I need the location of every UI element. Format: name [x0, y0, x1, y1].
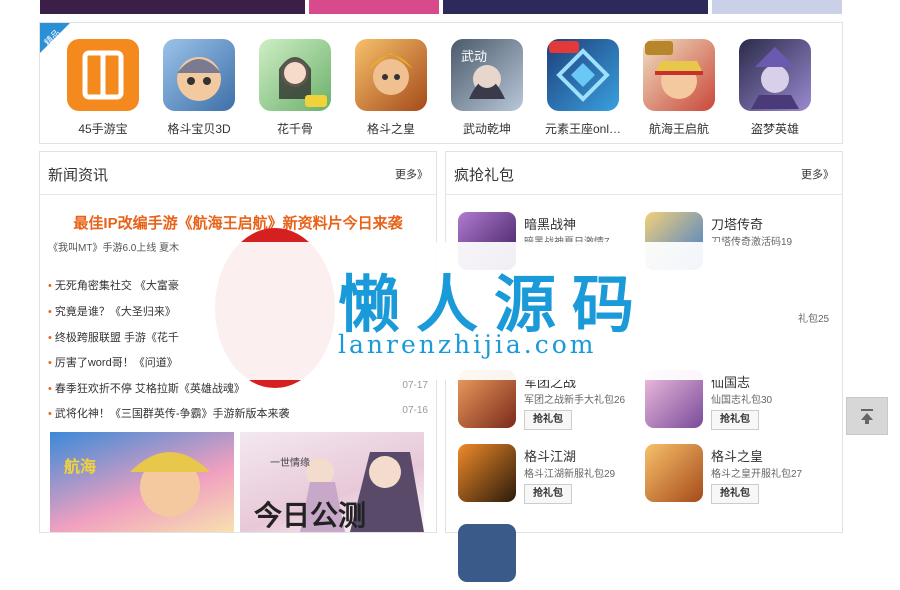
game-name[interactable]: 格斗宝贝3D — [151, 120, 247, 137]
game-item[interactable]: 格斗之皇 — [343, 39, 439, 137]
news-item-text[interactable]: 究竟是谁？《大圣归来》 — [55, 306, 176, 318]
svg-text:武动: 武动 — [461, 50, 487, 65]
gedou-jianghu-icon[interactable] — [458, 444, 516, 502]
news-item-text[interactable]: 无死角密集社交 《大富豪 — [55, 280, 179, 292]
gedou-baobei-icon[interactable] — [163, 39, 235, 111]
news-item-text[interactable]: 春季狂欢折不停 艾格拉斯《英雄战魂》 — [55, 383, 245, 395]
game-item[interactable]: 元素王座onl… — [535, 39, 631, 137]
game-item[interactable]: 盗梦英雄 — [727, 39, 823, 137]
gift-desc: 军团之战新手大礼包26 — [524, 395, 626, 406]
gedou-zhihuang-icon[interactable] — [355, 39, 427, 111]
news-item-date: 07-16 — [402, 405, 428, 416]
bullet-icon: • — [48, 408, 52, 420]
bullet-icon: • — [48, 280, 52, 292]
news-banner-right[interactable]: 一世情缘 今日公测 — [240, 432, 424, 532]
gift-desc: 礼包25 — [798, 314, 830, 325]
banner-main-text: 今日公测 — [254, 500, 367, 531]
gift-game-name[interactable]: 格斗江湖 — [524, 446, 576, 465]
gift-desc: 格斗江湖新服礼包29 — [524, 469, 616, 480]
hanghaiwang-icon[interactable] — [643, 39, 715, 111]
news-panel-header: 新闻资讯 更多》 — [40, 152, 436, 195]
grab-gift-button[interactable]: 抢礼包 — [711, 410, 759, 430]
gift-item[interactable]: 格斗之皇 格斗之皇开服礼包27 抢礼包 — [633, 444, 813, 510]
game-item[interactable]: 武动 武动乾坤 — [439, 39, 535, 137]
bullet-icon: • — [48, 332, 52, 344]
gifts-panel-header: 疯抢礼包 更多》 — [446, 152, 842, 195]
grab-gift-button[interactable]: 抢礼包 — [711, 484, 759, 504]
news-item-date: 07-17 — [402, 380, 428, 391]
news-item[interactable]: • 春季狂欢折不停 艾格拉斯《英雄战魂》 07-17 — [48, 380, 428, 396]
game-name[interactable]: 格斗之皇 — [343, 120, 439, 137]
game-name[interactable]: 航海王启航 — [631, 120, 727, 137]
bullet-icon: • — [48, 383, 52, 395]
gift-item[interactable]: 格斗江湖 格斗江湖新服礼包29 抢礼包 — [446, 444, 626, 510]
bullet-icon: • — [48, 306, 52, 318]
top-banner-strip — [40, 0, 842, 14]
news-item-text[interactable]: 终极跨服联盟 手游《花千 — [55, 332, 179, 344]
gifts-panel-title: 疯抢礼包 — [454, 167, 515, 184]
top-banner-4[interactable] — [712, 0, 842, 14]
svg-text:航海: 航海 — [64, 457, 96, 476]
bullet-icon: • — [48, 357, 52, 369]
yuansu-wangzuo-icon[interactable] — [547, 39, 619, 111]
news-headline[interactable]: 最佳IP改编手游《航海王启航》新资料片今日来袭 — [40, 212, 436, 233]
gedou-zhihuang-icon[interactable] — [645, 444, 703, 502]
gift-game-name[interactable]: 格斗之皇 — [711, 446, 763, 465]
grab-gift-button[interactable]: 抢礼包 — [524, 410, 572, 430]
game-name[interactable]: 45手游宝 — [55, 120, 151, 137]
news-item-text[interactable]: 武将化神！《三国群英传-争霸》手游新版本来袭 — [55, 408, 290, 420]
game-name[interactable]: 盗梦英雄 — [727, 120, 823, 137]
top-banner-2[interactable] — [309, 0, 439, 14]
featured-games-panel: 精品 45手游宝 格斗宝贝3D 花千骨 格斗之皇 武动 武动乾坤 元素王座onl… — [39, 22, 843, 144]
game-item[interactable]: 航海王启航 — [631, 39, 727, 137]
watermark-overlay: 懒人源码 lanrenzhijia.com — [180, 242, 725, 380]
grab-gift-button[interactable]: 抢礼包 — [524, 484, 572, 504]
arrow-up-to-top-icon — [861, 409, 873, 424]
huaqiangu-icon[interactable] — [259, 39, 331, 111]
game-item[interactable]: 格斗宝贝3D — [151, 39, 247, 137]
game-name[interactable]: 武动乾坤 — [439, 120, 535, 137]
gift-desc: 格斗之皇开服礼包27 — [711, 469, 803, 480]
news-more-link[interactable]: 更多》 — [395, 166, 428, 182]
gift-desc: 仙国志礼包30 — [711, 395, 773, 406]
gift-item[interactable] — [446, 524, 626, 590]
news-panel-title: 新闻资讯 — [48, 167, 109, 184]
daomeng-yingxiong-icon[interactable] — [739, 39, 811, 111]
game-name[interactable]: 花千骨 — [247, 120, 343, 137]
gifts-more-link[interactable]: 更多》 — [801, 166, 834, 182]
game-item[interactable]: 45手游宝 — [55, 39, 151, 137]
gift-game-name[interactable]: 暗黑战神 — [524, 214, 576, 233]
banner-top-text: 一世情缘 — [270, 458, 310, 469]
game-item[interactable]: 花千骨 — [247, 39, 343, 137]
gift-game-icon[interactable] — [458, 524, 516, 582]
gift-game-name[interactable]: 刀塔传奇 — [711, 214, 763, 233]
game-name[interactable]: 元素王座onl… — [535, 120, 631, 137]
top-banner-1[interactable] — [40, 0, 305, 14]
wudong-qiankun-icon[interactable]: 武动 — [451, 39, 523, 111]
back-to-top-button[interactable] — [846, 397, 888, 435]
news-item-text[interactable]: 厉害了word哥！《问道》 — [55, 357, 178, 369]
news-banner-left[interactable]: 航海 — [50, 432, 234, 532]
top-banner-3[interactable] — [443, 0, 708, 14]
watermark-subtitle: lanrenzhijia.com — [338, 330, 597, 359]
news-item[interactable]: • 武将化神！《三国群英传-争霸》手游新版本来袭 07-16 — [48, 405, 428, 421]
45shouyoubao-icon[interactable] — [67, 39, 139, 111]
